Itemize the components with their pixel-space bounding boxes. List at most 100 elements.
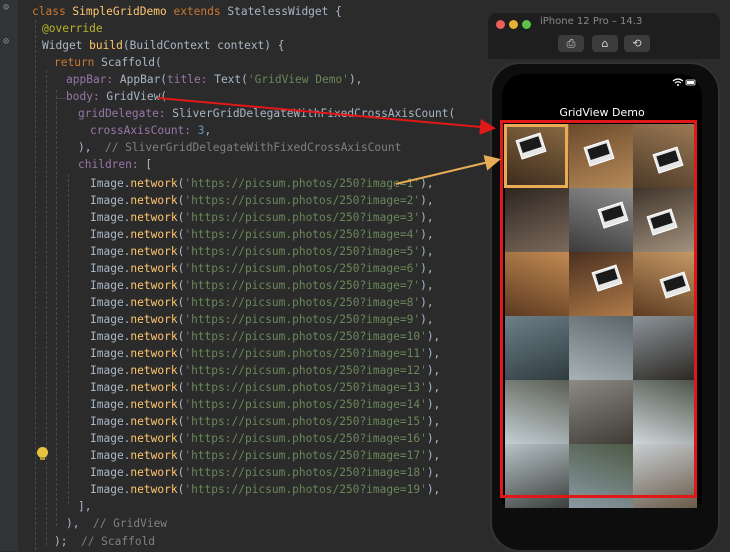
code-line[interactable]: Image.network('https://picsum.photos/250… bbox=[90, 294, 434, 311]
simulator-title: iPhone 12 Pro – 14.3 bbox=[540, 16, 643, 27]
code-line[interactable]: ); // Scaffold bbox=[54, 533, 155, 550]
code-token: Text( bbox=[214, 73, 248, 86]
code-token: Image. bbox=[90, 364, 131, 377]
code-token: ), bbox=[420, 177, 434, 190]
code-line[interactable]: appBar: AppBar(title: Text('GridView Dem… bbox=[66, 71, 362, 88]
code-token: Image. bbox=[90, 228, 131, 241]
code-token: network bbox=[130, 466, 178, 479]
code-token: Image. bbox=[90, 245, 131, 258]
code-line[interactable]: Image.network('https://picsum.photos/250… bbox=[90, 243, 434, 260]
code-token: ), bbox=[426, 449, 441, 462]
code-token: network bbox=[130, 432, 178, 445]
code-token: ), bbox=[420, 245, 434, 258]
code-line[interactable]: Image.network('https://picsum.photos/250… bbox=[90, 226, 434, 243]
code-line[interactable]: Image.network('https://picsum.photos/250… bbox=[90, 192, 434, 209]
code-token: ), bbox=[420, 313, 434, 326]
code-token: ), bbox=[420, 194, 434, 207]
code-line[interactable]: Image.network('https://picsum.photos/250… bbox=[90, 413, 440, 430]
code-line[interactable]: Image.network('https://picsum.photos/250… bbox=[90, 345, 440, 362]
code-token: 'https://picsum.photos/250?image=17' bbox=[184, 449, 427, 462]
code-token: class bbox=[32, 5, 73, 18]
code-token: 'https://picsum.photos/250?image=4' bbox=[184, 228, 421, 241]
code-token: Widget bbox=[42, 39, 90, 52]
code-token: Image. bbox=[90, 347, 131, 360]
code-line[interactable]: Image.network('https://picsum.photos/250… bbox=[90, 175, 434, 192]
code-token: 'https://picsum.photos/250?image=15' bbox=[184, 415, 427, 428]
code-line[interactable]: ), // SliverGridDelegateWithFixedCrossAx… bbox=[78, 139, 401, 156]
code-token: Image. bbox=[90, 432, 131, 445]
code-token: // Scaffold bbox=[80, 535, 156, 548]
code-line[interactable]: Image.network('https://picsum.photos/250… bbox=[90, 311, 434, 328]
code-token: Image. bbox=[90, 313, 131, 326]
code-token: network bbox=[130, 398, 178, 411]
code-line[interactable]: Image.network('https://picsum.photos/250… bbox=[90, 379, 440, 396]
code-token: ), bbox=[426, 483, 441, 496]
code-line[interactable]: return Scaffold( bbox=[54, 54, 162, 71]
simulator-titlebar: iPhone 12 Pro – 14.3 ⎙ ⌂ ⟲ bbox=[488, 13, 720, 59]
code-token: // GridView bbox=[92, 517, 168, 530]
home-icon: ⌂ bbox=[601, 37, 609, 50]
code-line[interactable]: Image.network('https://picsum.photos/250… bbox=[90, 362, 440, 379]
code-line[interactable]: crossAxisCount: 3, bbox=[90, 122, 211, 139]
code-token: ), bbox=[426, 347, 441, 360]
code-token: ), bbox=[426, 364, 441, 377]
code-token: 'https://picsum.photos/250?image=1' bbox=[184, 177, 421, 190]
code-editor[interactable]: class SimpleGridDemo extends StatelessWi… bbox=[0, 0, 500, 551]
code-token: title: bbox=[167, 73, 215, 86]
code-token: appBar: bbox=[66, 73, 120, 86]
code-token: ), bbox=[420, 262, 434, 275]
code-token: 'https://picsum.photos/250?image=14' bbox=[184, 398, 427, 411]
code-line[interactable]: ], bbox=[78, 498, 91, 515]
code-line[interactable]: Image.network('https://picsum.photos/250… bbox=[90, 481, 440, 498]
code-line[interactable]: Image.network('https://picsum.photos/250… bbox=[90, 328, 440, 345]
status-bar bbox=[672, 78, 696, 89]
code-token: ), bbox=[420, 296, 434, 309]
code-token: network bbox=[130, 262, 178, 275]
code-token: SimpleGridDemo bbox=[72, 5, 174, 18]
minimize-button[interactable] bbox=[509, 20, 518, 29]
code-line[interactable]: class SimpleGridDemo extends StatelessWi… bbox=[32, 3, 342, 20]
code-line[interactable]: Image.network('https://picsum.photos/250… bbox=[90, 464, 440, 481]
zoom-button[interactable] bbox=[522, 20, 531, 29]
code-line[interactable]: Widget build(BuildContext context) { bbox=[42, 37, 285, 54]
close-button[interactable] bbox=[496, 20, 505, 29]
code-token: gridDelegate: bbox=[78, 107, 173, 120]
code-line[interactable]: @override bbox=[42, 20, 103, 37]
code-token: 'https://picsum.photos/250?image=18' bbox=[184, 466, 427, 479]
code-token: network bbox=[130, 177, 178, 190]
code-token: network bbox=[130, 245, 178, 258]
code-line[interactable]: gridDelegate: SliverGridDelegateWithFixe… bbox=[78, 105, 455, 122]
code-line[interactable]: body: GridView( bbox=[66, 88, 167, 105]
screenshot-button[interactable]: ⎙ bbox=[558, 35, 584, 52]
code-token: network bbox=[130, 449, 178, 462]
code-token: Image. bbox=[90, 398, 131, 411]
code-token: ); bbox=[54, 535, 81, 548]
code-token: network bbox=[130, 296, 178, 309]
code-token: // SliverGridDelegateWithFixedCrossAxisC… bbox=[104, 141, 402, 154]
code-line[interactable]: Image.network('https://picsum.photos/250… bbox=[90, 277, 434, 294]
code-token: network bbox=[130, 364, 178, 377]
code-line[interactable]: Image.network('https://picsum.photos/250… bbox=[90, 209, 434, 226]
rotate-button[interactable]: ⟲ bbox=[624, 35, 650, 52]
code-token: ), bbox=[420, 211, 434, 224]
code-token: 'https://picsum.photos/250?image=8' bbox=[184, 296, 421, 309]
code-line[interactable]: children: [ bbox=[78, 156, 152, 173]
code-token: 'GridView Demo' bbox=[247, 73, 349, 86]
code-token: return bbox=[54, 56, 102, 69]
code-token: 'https://picsum.photos/250?image=6' bbox=[184, 262, 421, 275]
code-line[interactable]: Image.network('https://picsum.photos/250… bbox=[90, 447, 440, 464]
code-line[interactable]: Image.network('https://picsum.photos/250… bbox=[90, 260, 434, 277]
code-line[interactable]: Image.network('https://picsum.photos/250… bbox=[90, 396, 440, 413]
code-token: network bbox=[130, 313, 178, 326]
home-button[interactable]: ⌂ bbox=[592, 35, 618, 52]
code-token: ], bbox=[78, 500, 92, 513]
code-token: network bbox=[130, 381, 178, 394]
code-token: , bbox=[204, 124, 212, 137]
lightbulb-icon[interactable] bbox=[37, 447, 48, 460]
code-line[interactable]: ), // GridView bbox=[66, 515, 167, 532]
code-token: network bbox=[130, 415, 178, 428]
code-token: ), bbox=[420, 279, 434, 292]
code-token: Image. bbox=[90, 449, 131, 462]
code-line[interactable]: Image.network('https://picsum.photos/250… bbox=[90, 430, 440, 447]
code-token: 3 bbox=[197, 124, 205, 137]
